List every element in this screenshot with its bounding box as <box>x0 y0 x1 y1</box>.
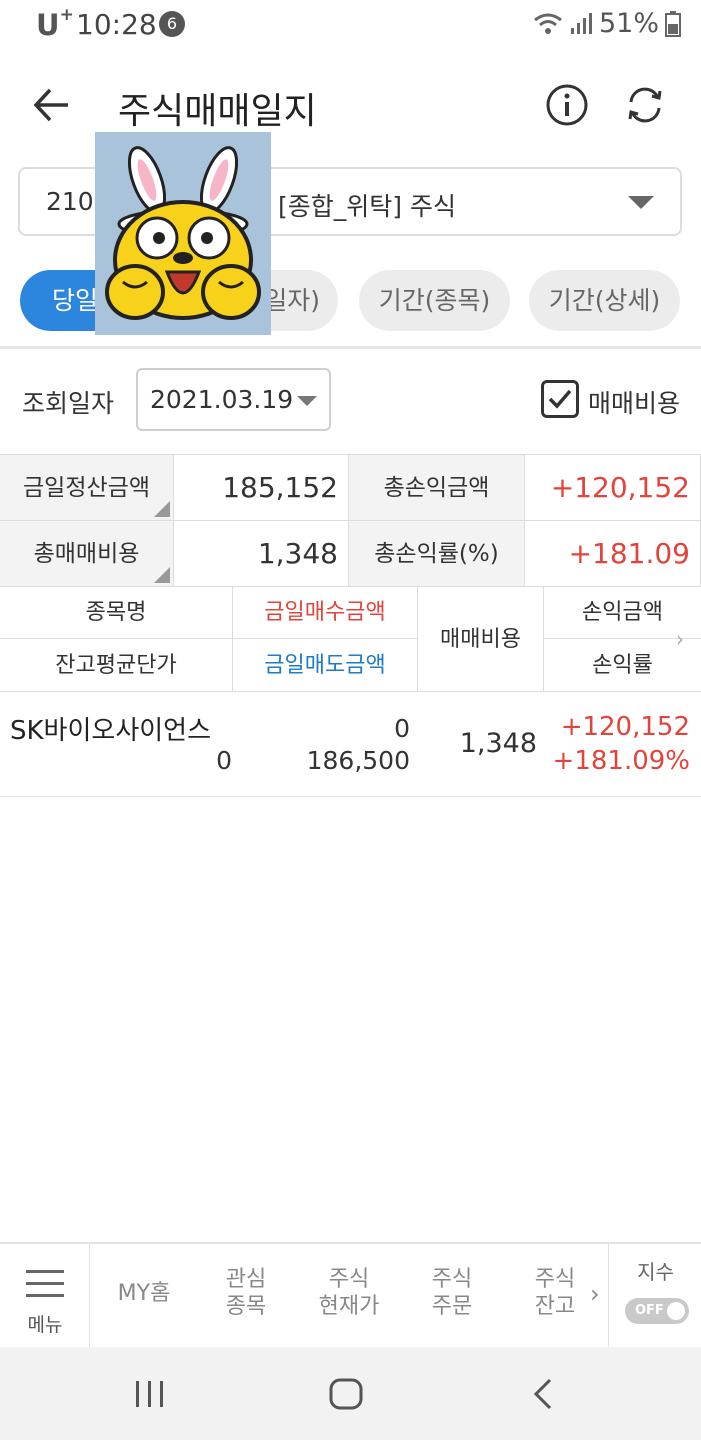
nav-stock-order[interactable]: 주식 주문 <box>402 1266 502 1320</box>
signal-icon <box>570 12 592 34</box>
home-icon[interactable] <box>328 1377 364 1411</box>
arrow-left-icon <box>33 88 68 122</box>
stock-name: SK바이오사이언스 <box>10 716 211 746</box>
query-date-label: 조회일자 <box>22 389 115 418</box>
tab-daily-label: 일자) <box>264 286 320 315</box>
nav-stock-price-line1: 주식 <box>328 1267 370 1292</box>
col-sell-amount: 금일매도금액 <box>233 639 418 692</box>
status-icons: 51% <box>533 8 681 39</box>
page-title: 주식매매일지 <box>118 91 317 132</box>
settle-value: 185,152 <box>174 455 349 521</box>
info-button[interactable] <box>544 82 590 128</box>
caret-down-icon <box>628 196 654 209</box>
nav-watchlist[interactable]: 관심 종목 <box>196 1266 296 1320</box>
total-rate-value: +181.09 <box>525 521 701 587</box>
nav-watchlist-line1: 관심 <box>225 1267 267 1292</box>
carrier-label: U+ <box>36 5 74 42</box>
settle-label[interactable]: 금일정산금액 <box>0 455 174 521</box>
sell-amount: 186,500 <box>306 746 410 775</box>
toggle-knob <box>667 1302 685 1320</box>
system-nav-bar <box>0 1347 701 1440</box>
wifi-icon <box>534 13 562 34</box>
summary-grid: 금일정산금액 185,152 총손익금액 +120,152 총매매비용 1,34… <box>0 454 701 587</box>
account-type: [종합_위탁] 주식 <box>278 192 456 221</box>
fee-amount: 1,348 <box>459 728 537 759</box>
pl-rate: +181.09% <box>552 746 690 776</box>
tab-period-detail[interactable]: 기간(상세) <box>529 270 680 331</box>
col-buy-amount: 금일매수금액 <box>233 587 418 639</box>
nav-stock-order-line2: 주문 <box>431 1294 473 1319</box>
nav-stock-order-line1: 주식 <box>431 1267 473 1292</box>
total-rate-label: 총손익률(%) <box>349 521 525 587</box>
battery-percent: 51% <box>598 8 659 39</box>
index-toggle[interactable]: OFF <box>625 1298 689 1324</box>
status-bar: U+ 10:28 6 51% <box>0 0 701 50</box>
caret-down-icon <box>297 396 317 406</box>
col-name: 종목명 <box>0 587 233 639</box>
nav-my-home[interactable]: MY홈 <box>94 1280 194 1307</box>
corner-indicator-icon <box>154 567 170 583</box>
total-pl-value: +120,152 <box>525 455 701 521</box>
col-fee: 매매비용 <box>418 587 544 692</box>
info-circle-icon <box>546 84 588 126</box>
toggle-state: OFF <box>635 1303 664 1318</box>
col-avg-price: 잔고평균단가 <box>0 639 233 692</box>
avg-price: 0 <box>216 746 232 775</box>
nav-stock-price[interactable]: 주식 현재가 <box>299 1266 399 1320</box>
pl-amount: +120,152 <box>560 712 690 742</box>
table-row[interactable]: SK바이오사이언스 0 0 186,500 1,348 +120,152 +18… <box>0 692 701 797</box>
buy-amount: 0 <box>394 714 410 743</box>
tab-period-stock[interactable]: 기간(종목) <box>359 270 510 331</box>
chevron-right-icon[interactable]: › <box>590 1280 600 1308</box>
recent-apps-icon[interactable] <box>133 1379 167 1409</box>
date-select[interactable]: 2021.03.19 <box>136 368 331 431</box>
index-toggle-panel: 지수 OFF <box>608 1244 701 1347</box>
date-value: 2021.03.19 <box>150 385 294 414</box>
bottom-nav: 메뉴 MY홈 관심 종목 주식 현재가 주식 주문 주식 잔고 › 지수 OFF <box>0 1242 701 1347</box>
nav-stock-price-line2: 현재가 <box>318 1294 380 1319</box>
hamburger-icon <box>26 1270 64 1306</box>
nav-my-home-label: MY홈 <box>117 1281 171 1306</box>
fee-checkbox-label[interactable]: 매매비용 <box>588 384 680 420</box>
back-button[interactable] <box>28 80 78 130</box>
total-fee-value: 1,348 <box>174 521 349 587</box>
chevron-right-icon[interactable]: › <box>676 627 684 651</box>
list-header: 종목명 잔고평균단가 금일매수금액 금일매도금액 매매비용 손익금액 손익률 › <box>0 587 701 692</box>
refresh-icon <box>628 87 662 123</box>
total-fee-label[interactable]: 총매매비용 <box>0 521 174 587</box>
total-pl-label: 총손익금액 <box>349 455 525 521</box>
section-divider <box>0 346 701 349</box>
menu-button[interactable]: 메뉴 <box>0 1244 90 1347</box>
notification-badge: 6 <box>159 11 185 37</box>
index-label: 지수 <box>637 1260 674 1284</box>
battery-icon <box>665 10 681 37</box>
refresh-button[interactable] <box>622 82 668 128</box>
nav-watchlist-line2: 종목 <box>225 1294 267 1319</box>
check-icon <box>548 389 572 409</box>
clock: 10:28 <box>76 8 157 41</box>
back-nav-icon[interactable] <box>530 1377 556 1411</box>
corner-indicator-icon <box>154 501 170 517</box>
rabbit-sticker <box>95 132 271 335</box>
menu-label: 메뉴 <box>27 1314 63 1336</box>
fee-checkbox[interactable] <box>541 380 579 418</box>
